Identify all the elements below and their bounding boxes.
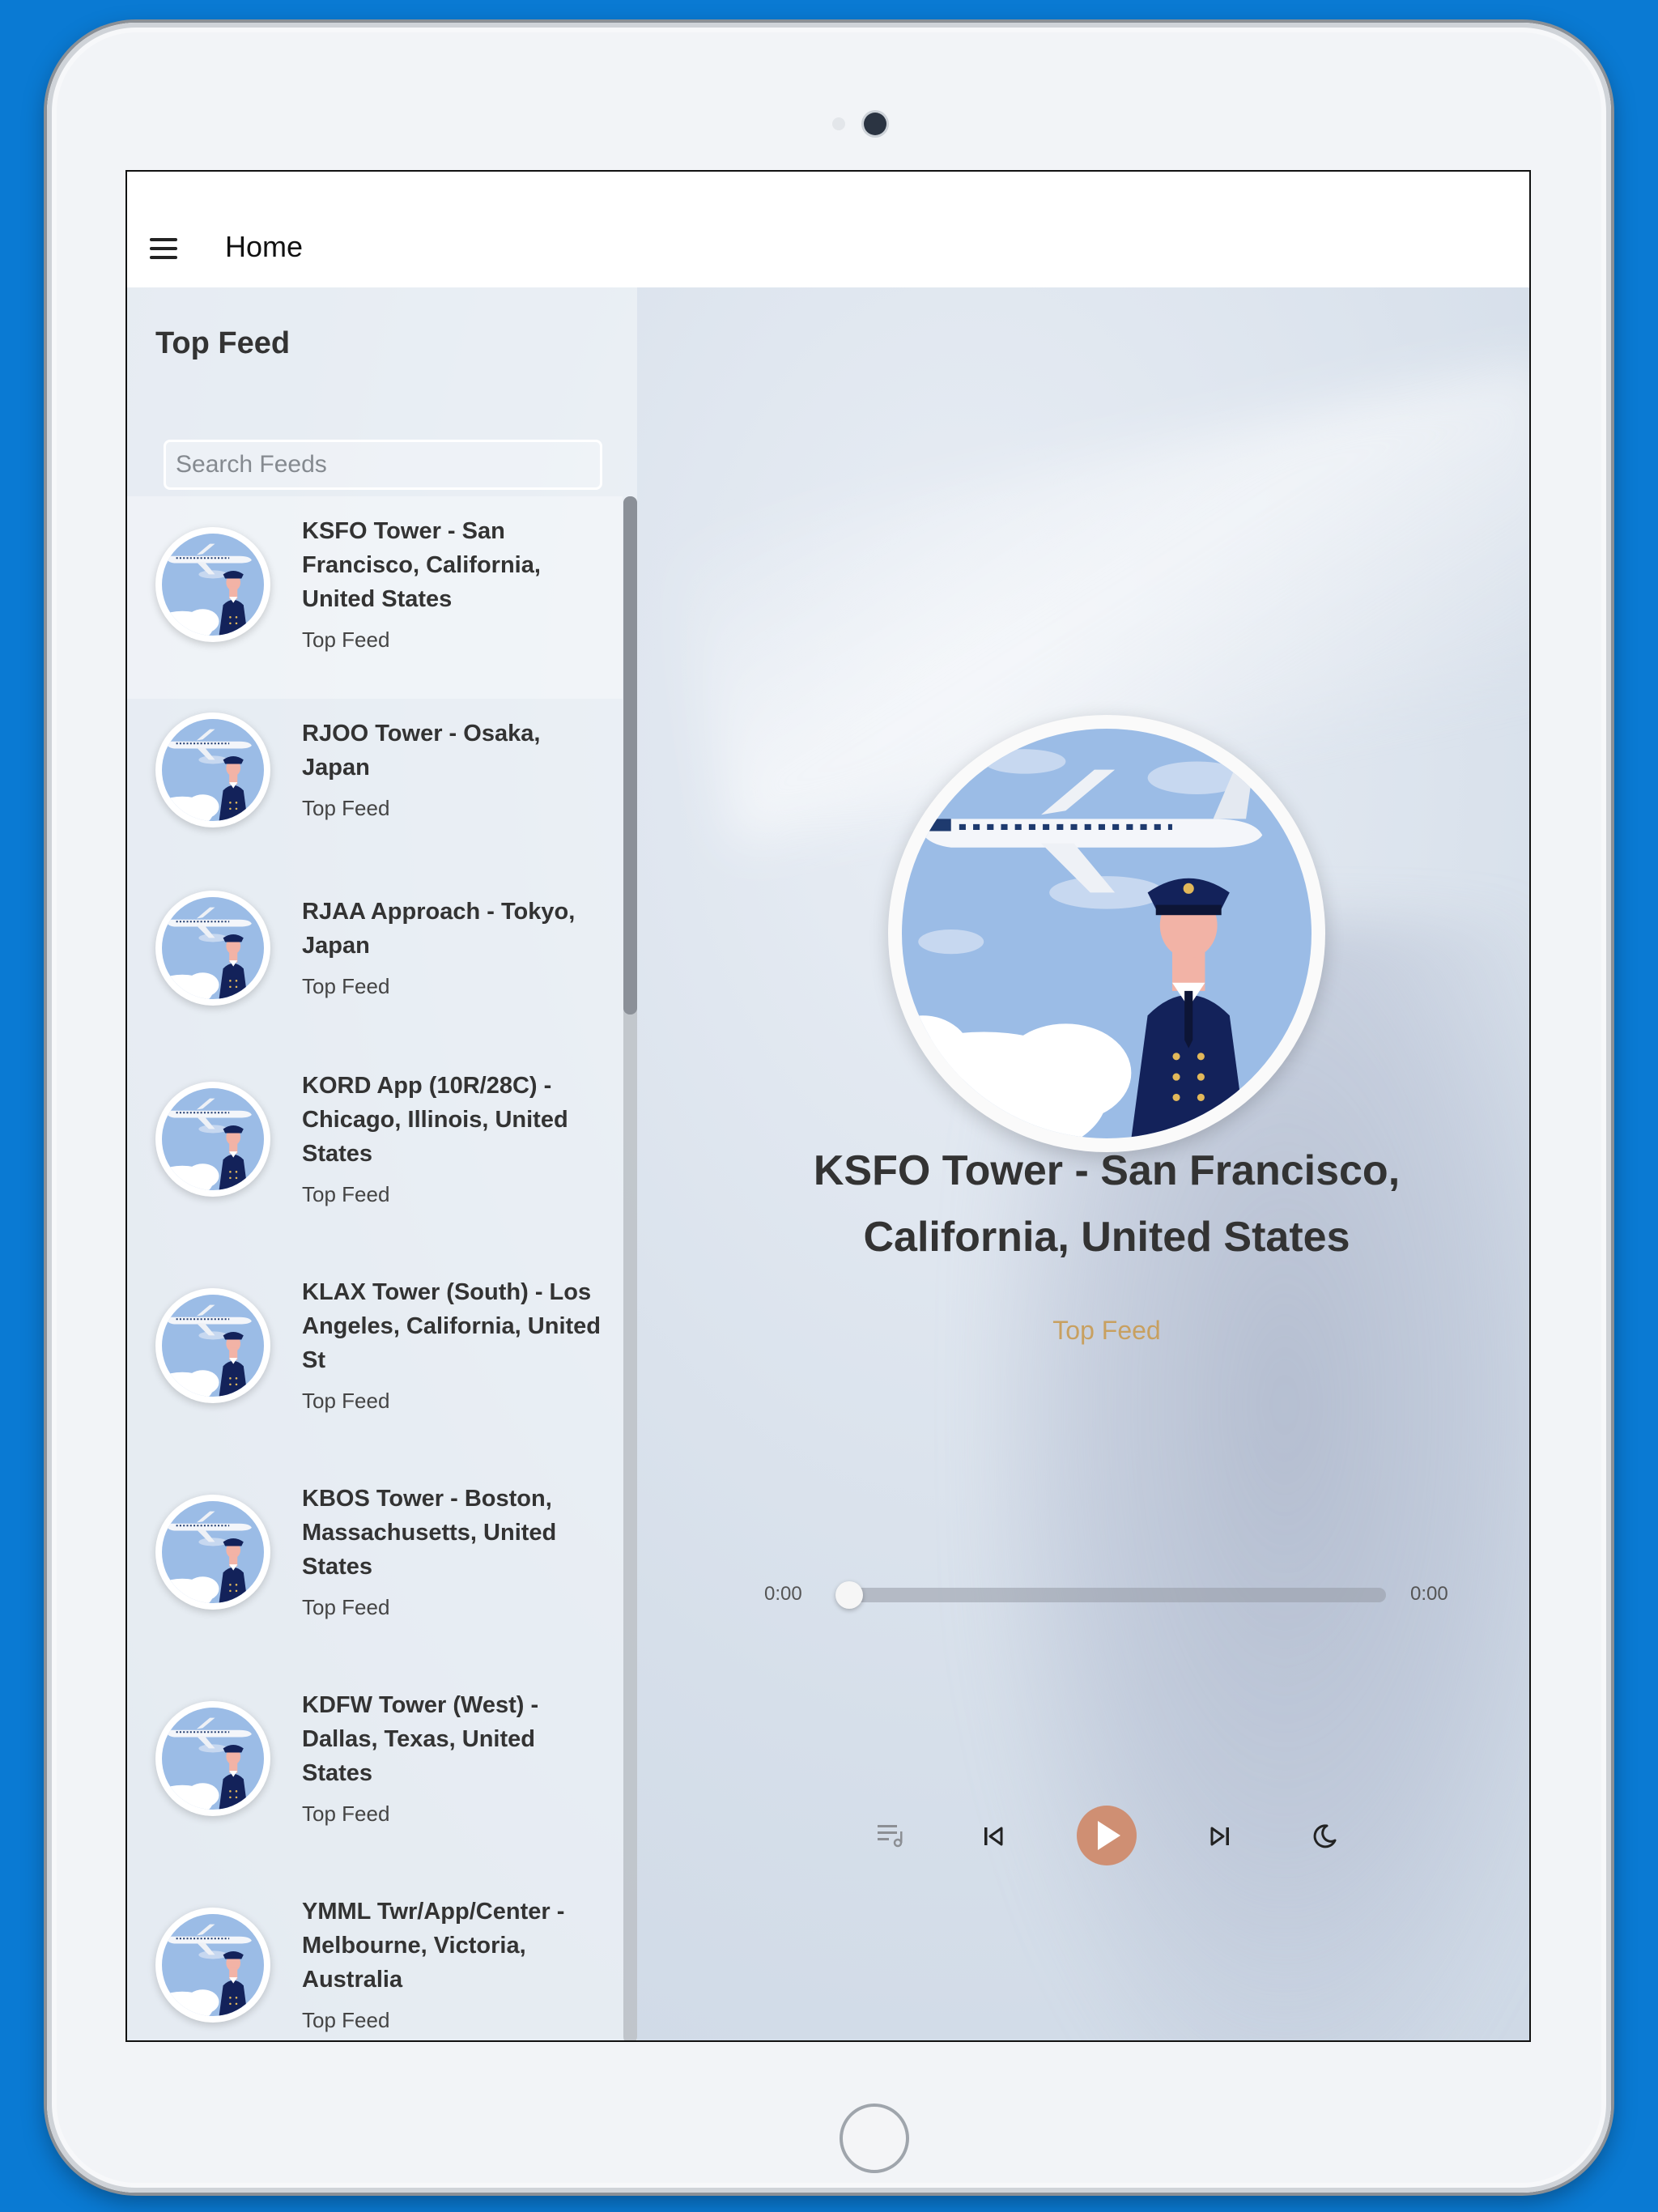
album-art: [888, 715, 1325, 1152]
light-sensor: [832, 117, 845, 130]
feed-sidebar: Top Feed KSFO Tower -: [127, 287, 637, 2040]
skip-previous-icon[interactable]: [981, 1824, 1005, 1848]
menu-icon[interactable]: [150, 238, 177, 259]
page-title: Home: [225, 230, 304, 263]
feed-subtitle: Top Feed: [302, 2008, 390, 2032]
feed-list-item[interactable]: KORD App (10R/28C) - Chicago, Illinois, …: [127, 1051, 623, 1257]
feed-title: KBOS Tower - Boston, Massachusetts, Unit…: [302, 1486, 557, 1580]
feed-avatar: [155, 527, 270, 642]
feed-list-item[interactable]: RJOO Tower - Osaka, Japan Top Feed: [127, 699, 623, 877]
feed-avatar: [155, 1082, 270, 1197]
play-button[interactable]: [1077, 1806, 1137, 1865]
feed-title: KORD App (10R/28C) - Chicago, Illinois, …: [302, 1073, 568, 1167]
front-camera: [864, 113, 886, 135]
feed-subtitle: Top Feed: [302, 1389, 390, 1413]
feed-title: KDFW Tower (West) - Dallas, Texas, Unite…: [302, 1692, 539, 1786]
moon-icon[interactable]: [1311, 1823, 1338, 1850]
feed-subtitle: Top Feed: [302, 796, 390, 820]
feed-avatar: [155, 1495, 270, 1610]
feed-title: RJOO Tower - Osaka, Japan: [302, 721, 541, 781]
scrollbar-thumb[interactable]: [623, 496, 637, 1015]
app-screen: Home Top Feed Search Feeds KSFO Tower - …: [125, 170, 1531, 2042]
feed-avatar: [155, 891, 270, 1006]
skip-next-icon[interactable]: [1208, 1824, 1232, 1848]
pilot-illustration: [902, 729, 1312, 1138]
feed-avatar: [155, 713, 270, 827]
scrollbar[interactable]: [623, 496, 637, 2040]
feed-title: KLAX Tower (South) - Los Angeles, Califo…: [302, 1279, 601, 1373]
home-button[interactable]: [840, 2104, 909, 2173]
seek-slider-thumb[interactable]: [835, 1581, 863, 1609]
now-playing-subtitle: Top Feed: [1052, 1316, 1161, 1345]
feed-list-item[interactable]: KSFO Tower - San Francisco, California, …: [127, 496, 623, 699]
feed-list-item[interactable]: YMML Twr/App/Center - Melbourne, Victori…: [127, 1877, 623, 2040]
feed-subtitle: Top Feed: [302, 974, 390, 998]
feed-list-item[interactable]: KLAX Tower (South) - Los Angeles, Califo…: [127, 1257, 623, 1464]
feed-avatar: [155, 1288, 270, 1403]
feed-list-item[interactable]: RJAA Approach - Tokyo, Japan Top Feed: [127, 877, 623, 1051]
sidebar-title: Top Feed: [155, 326, 291, 360]
feed-title: YMML Twr/App/Center - Melbourne, Victori…: [302, 1899, 565, 1993]
feed-title: RJAA Approach - Tokyo, Japan: [302, 899, 576, 959]
main-content: Top Feed KSFO Tower -: [127, 287, 1529, 2040]
play-icon: [1098, 1821, 1120, 1850]
feed-list-item[interactable]: KDFW Tower (West) - Dallas, Texas, Unite…: [127, 1670, 623, 1877]
feed-avatar: [155, 1701, 270, 1816]
feed-subtitle: Top Feed: [302, 1182, 390, 1206]
feed-subtitle: Top Feed: [302, 1595, 390, 1619]
feed-list-item[interactable]: KBOS Tower - Boston, Massachusetts, Unit…: [127, 1464, 623, 1670]
time-total: 0:00: [1410, 1583, 1448, 1605]
seek-slider[interactable]: [835, 1581, 1386, 1609]
feed-title: KSFO Tower - San Francisco, California, …: [302, 518, 541, 612]
now-playing-title: KSFO Tower - San Francisco, California, …: [813, 1147, 1401, 1261]
feed-avatar: [155, 1908, 270, 2023]
feed-subtitle: Top Feed: [302, 1802, 390, 1826]
time-current: 0:00: [764, 1583, 802, 1605]
app-bar: Home: [127, 172, 1529, 287]
playlist-icon[interactable]: [876, 1822, 905, 1849]
feed-list[interactable]: KSFO Tower - San Francisco, California, …: [127, 496, 623, 2040]
search-input[interactable]: [164, 440, 602, 490]
feed-subtitle: Top Feed: [302, 627, 390, 652]
